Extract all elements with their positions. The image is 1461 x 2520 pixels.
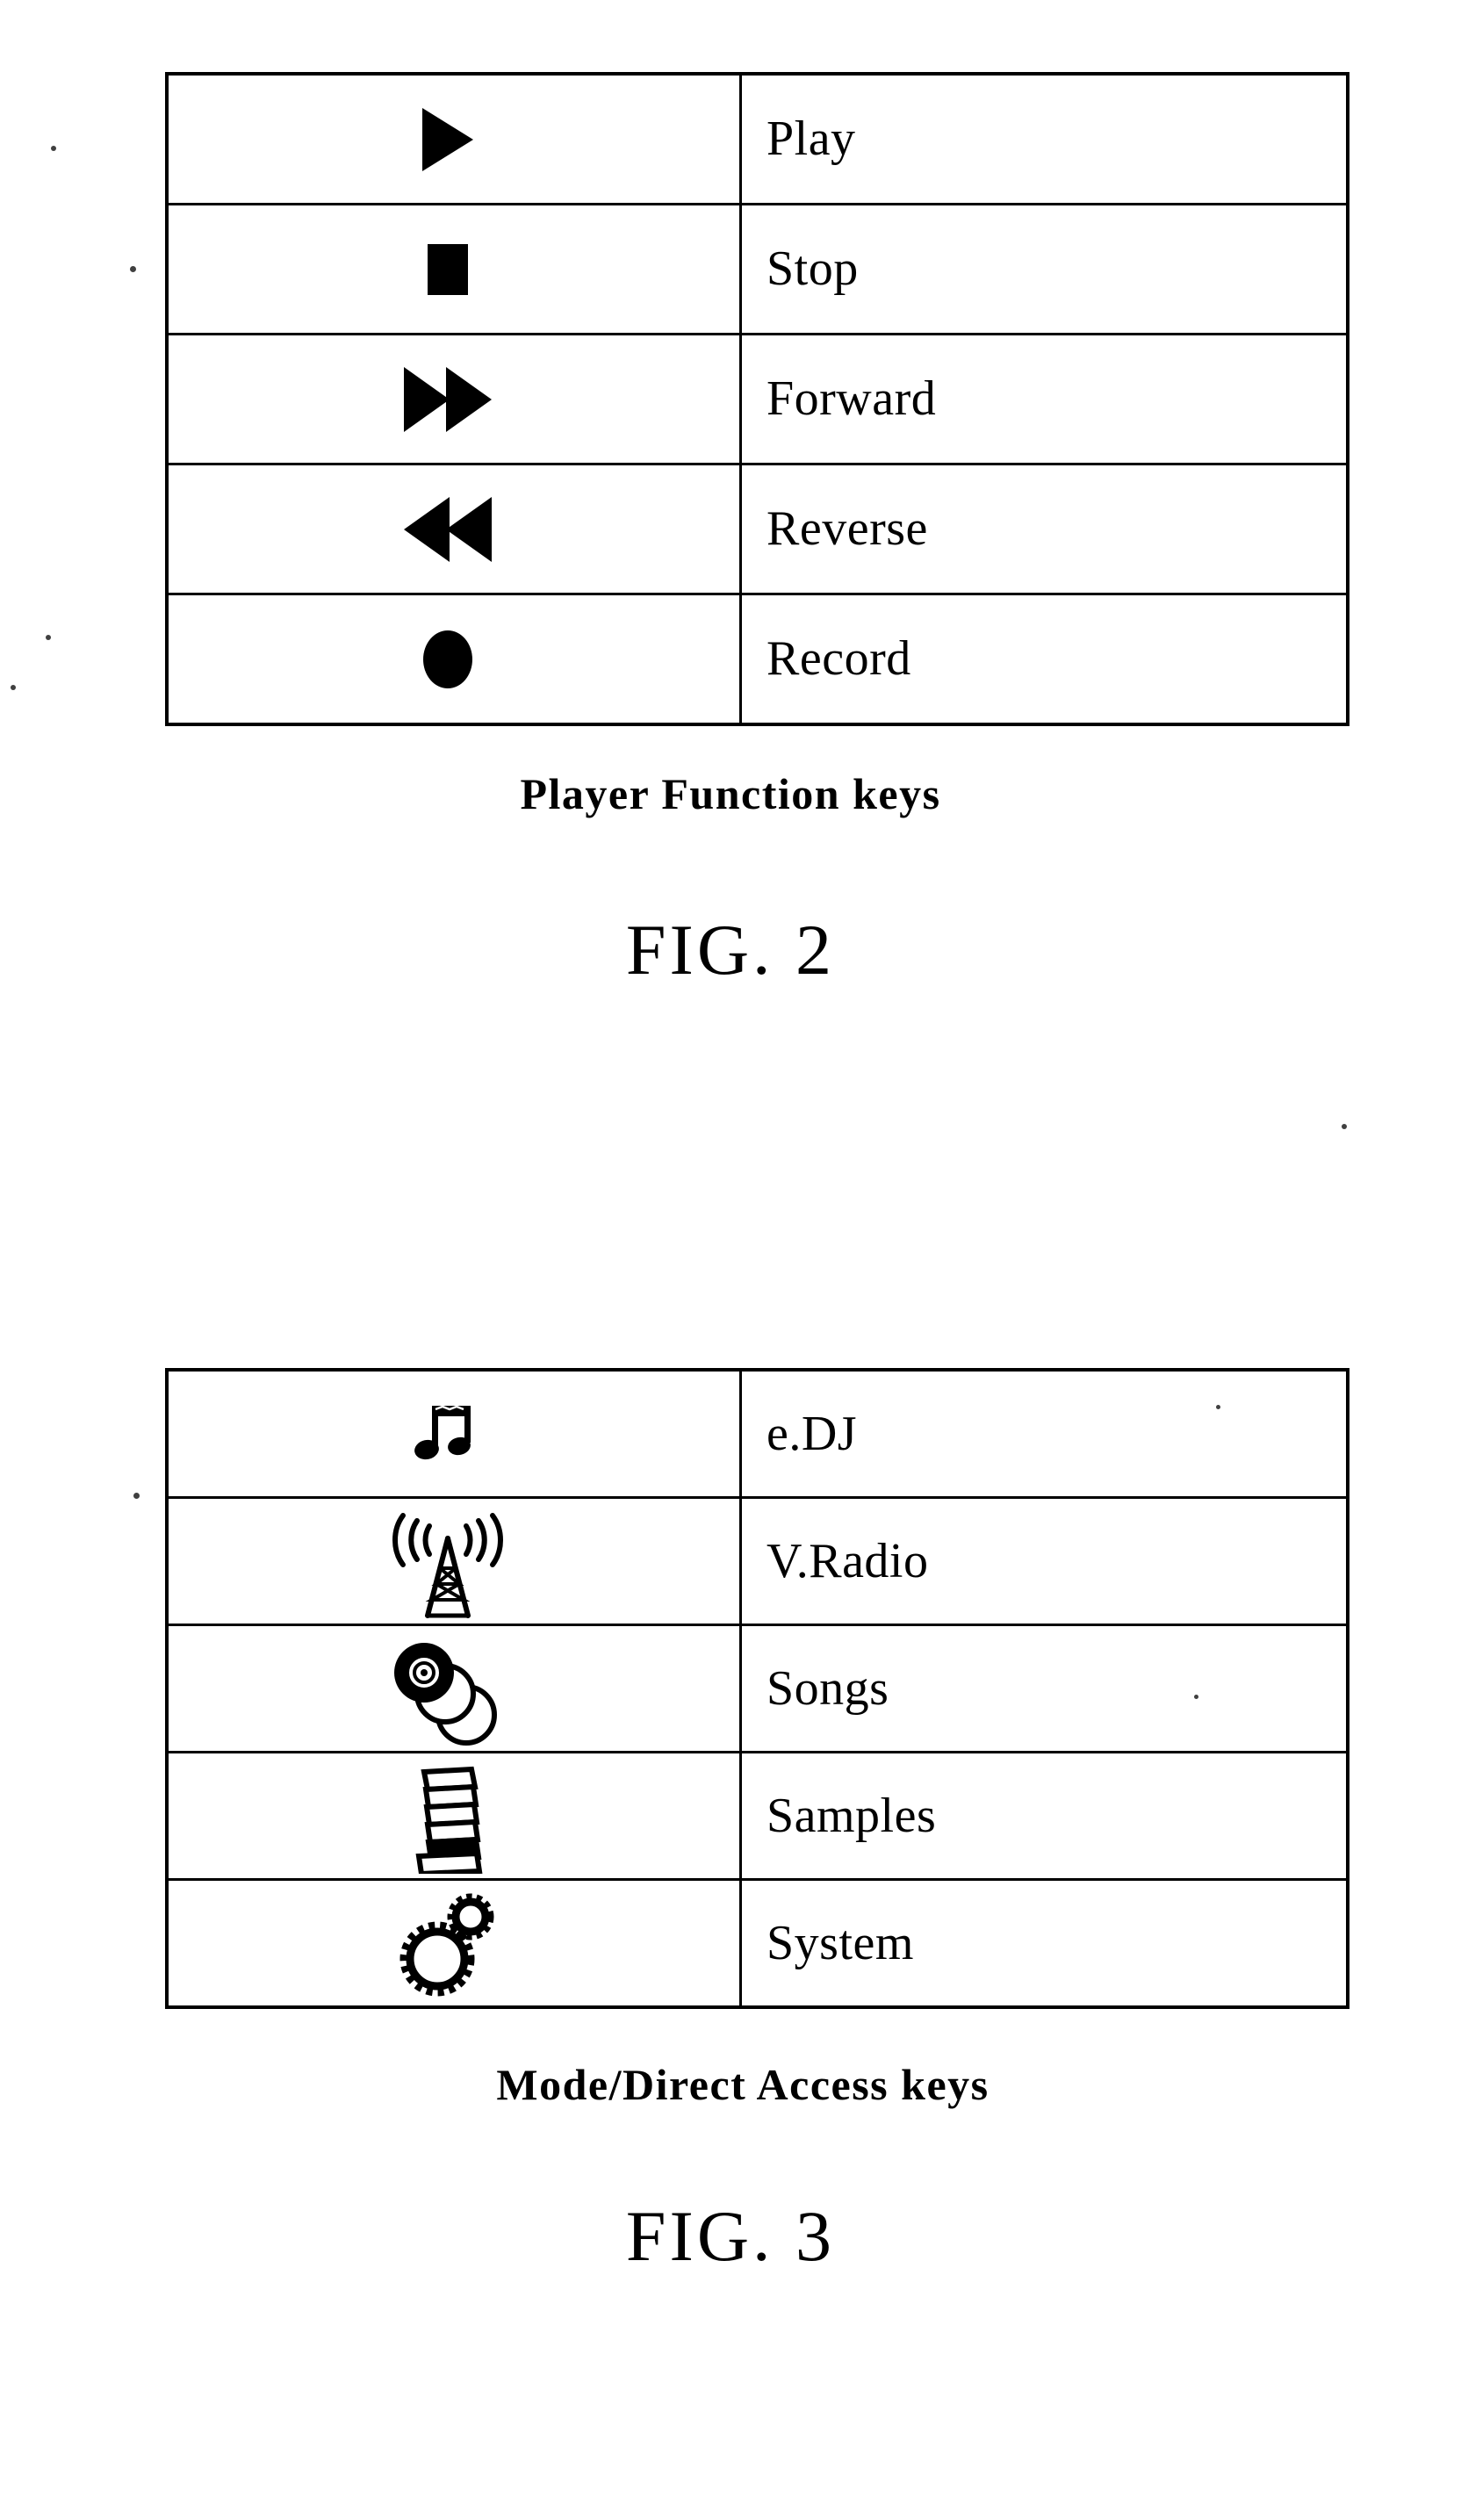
figure-3-number: FIG. 3 xyxy=(625,2196,836,2276)
forward-icon xyxy=(404,366,492,432)
scan-speck xyxy=(1342,1124,1347,1129)
figure-2-caption: Player Function keys xyxy=(520,769,941,818)
icon-cell xyxy=(165,72,742,205)
table-row: V.Radio xyxy=(165,1496,1349,1626)
table-row: System xyxy=(165,1878,1349,2009)
icon-cell xyxy=(165,1751,742,1881)
patent-figure-page: Play Stop Forward Reverse Record Player … xyxy=(0,0,1461,2520)
radio-tower-icon xyxy=(392,1513,503,1618)
label-cell: V.Radio xyxy=(739,1496,1349,1626)
mode-direct-access-keys-table: e.DJ V.Radio Songs Samples System xyxy=(165,1368,1349,2009)
label-cell: Record xyxy=(739,593,1349,726)
scan-speck xyxy=(133,1493,140,1499)
table-row: Songs xyxy=(165,1624,1349,1753)
icon-cell xyxy=(165,593,742,726)
row-label: Stop xyxy=(766,241,859,297)
label-cell: Reverse xyxy=(739,463,1349,595)
table-row: Record xyxy=(165,593,1349,726)
scan-speck xyxy=(51,146,56,151)
scan-speck xyxy=(130,266,136,272)
table-row: Stop xyxy=(165,203,1349,335)
player-function-keys-table: Play Stop Forward Reverse Record xyxy=(165,72,1349,726)
label-cell: e.DJ xyxy=(739,1368,1349,1499)
row-label: Reverse xyxy=(766,501,928,557)
table-row: Forward xyxy=(165,333,1349,465)
table-row: e.DJ xyxy=(165,1368,1349,1499)
label-cell: Stop xyxy=(739,203,1349,335)
row-label: V.Radio xyxy=(766,1533,929,1588)
label-cell: Forward xyxy=(739,333,1349,465)
icon-cell xyxy=(165,1624,742,1753)
scan-speck xyxy=(46,635,51,640)
gears-icon xyxy=(399,1893,494,1997)
row-label: Record xyxy=(766,631,911,687)
table-row: Play xyxy=(165,72,1349,205)
row-label: System xyxy=(766,1915,914,1970)
play-icon xyxy=(422,107,473,171)
icon-cell xyxy=(165,203,742,335)
row-label: Songs xyxy=(766,1660,889,1716)
label-cell: Songs xyxy=(739,1624,1349,1753)
compact-discs-icon xyxy=(394,1643,497,1746)
table-row: Reverse xyxy=(165,463,1349,595)
icon-cell xyxy=(165,1496,742,1626)
icon-cell xyxy=(165,463,742,595)
row-label: Samples xyxy=(766,1788,937,1843)
row-label: e.DJ xyxy=(766,1406,858,1461)
scan-speck xyxy=(11,685,16,690)
stop-icon xyxy=(428,243,468,295)
row-label: Play xyxy=(766,112,856,167)
figure-2-number: FIG. 2 xyxy=(625,910,836,990)
record-icon xyxy=(423,630,472,688)
icon-cell xyxy=(165,1368,742,1499)
table-row: Samples xyxy=(165,1751,1349,1881)
figure-3-caption: Mode/Direct Access keys xyxy=(496,2060,990,2109)
music-note-icon xyxy=(414,1405,471,1460)
reverse-icon xyxy=(404,496,492,562)
sample-stack-icon xyxy=(415,1766,483,1874)
icon-cell xyxy=(165,333,742,465)
row-label: Forward xyxy=(766,371,937,427)
label-cell: System xyxy=(739,1878,1349,2009)
label-cell: Play xyxy=(739,72,1349,205)
icon-cell xyxy=(165,1878,742,2009)
label-cell: Samples xyxy=(739,1751,1349,1881)
